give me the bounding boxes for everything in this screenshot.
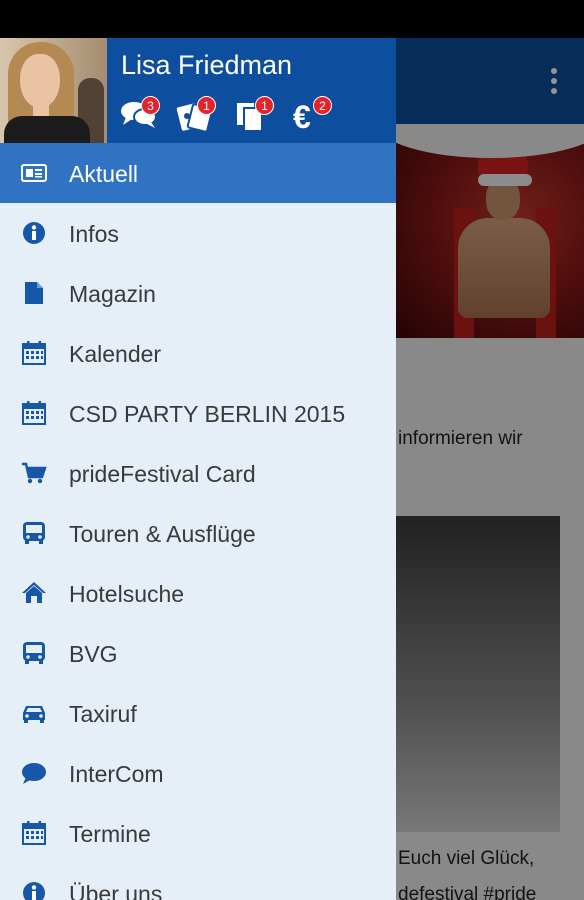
- menu-item-label: prideFestival Card: [69, 461, 256, 487]
- speech-bubble-icon: [22, 763, 46, 784]
- menu-item-infos[interactable]: Infos: [0, 203, 396, 263]
- menu-item-label: CSD PARTY BERLIN 2015: [69, 401, 346, 427]
- tickets-button[interactable]: 1: [176, 96, 216, 132]
- menu-item-bvg[interactable]: BVG: [0, 623, 396, 683]
- bus-icon: [23, 642, 45, 664]
- menu-item-touren[interactable]: Touren & Ausflüge: [0, 503, 396, 563]
- notification-badge: 3: [141, 96, 160, 115]
- home-icon: [22, 582, 46, 603]
- navigation-drawer: Lisa Friedman 3 1 1 € 2 Aktuell Infos Ma…: [0, 38, 396, 900]
- menu-item-hotelsuche[interactable]: Hotelsuche: [0, 563, 396, 623]
- menu-item-label: Taxiruf: [69, 701, 137, 727]
- car-icon: [23, 706, 45, 723]
- menu-item-label: InterCom: [69, 761, 164, 787]
- calendar-icon: [22, 401, 46, 425]
- document-icon: [25, 282, 43, 304]
- svg-text:€: €: [293, 100, 311, 132]
- info-icon: [23, 222, 45, 244]
- menu-item-label: Über uns: [69, 881, 163, 900]
- menu-item-intercom[interactable]: InterCom: [0, 743, 396, 803]
- info-icon: [23, 882, 45, 900]
- bus-icon: [23, 522, 45, 544]
- menu-item-ueber-uns[interactable]: Über uns: [0, 863, 396, 900]
- menu-item-label: Termine: [69, 821, 151, 847]
- menu-item-label: Hotelsuche: [69, 581, 185, 607]
- notification-badge: 2: [313, 96, 332, 115]
- menu-item-label: BVG: [69, 641, 118, 667]
- drawer-header: Lisa Friedman 3 1 1 € 2: [0, 38, 396, 143]
- menu-item-label: Magazin: [69, 281, 156, 307]
- notification-badge: 1: [255, 96, 274, 115]
- menu-item-label: Touren & Ausflüge: [69, 521, 256, 547]
- user-name: Lisa Friedman: [121, 50, 293, 80]
- menu-item-termine[interactable]: Termine: [0, 803, 396, 863]
- status-bar: [0, 0, 584, 38]
- drawer-menu: Aktuell Infos Magazin Kalender CSD PARTY…: [0, 143, 396, 900]
- menu-item-label: Infos: [69, 221, 119, 247]
- documents-button[interactable]: 1: [234, 96, 274, 132]
- notification-badge: 1: [197, 96, 216, 115]
- menu-item-aktuell[interactable]: Aktuell: [0, 143, 396, 203]
- messages-button[interactable]: 3: [120, 96, 160, 132]
- menu-item-magazin[interactable]: Magazin: [0, 263, 396, 323]
- menu-item-label: Aktuell: [69, 161, 139, 187]
- menu-item-taxiruf[interactable]: Taxiruf: [0, 683, 396, 743]
- cart-icon: [22, 462, 47, 484]
- calendar-icon: [22, 821, 46, 845]
- avatar[interactable]: [0, 38, 107, 143]
- menu-item-csd-party[interactable]: CSD PARTY BERLIN 2015: [0, 383, 396, 443]
- menu-item-pridefestival-card[interactable]: prideFestival Card: [0, 443, 396, 503]
- calendar-icon: [22, 341, 46, 365]
- payments-button[interactable]: € 2: [292, 96, 332, 132]
- menu-item-label: Kalender: [69, 341, 162, 367]
- newspaper-icon: [21, 164, 47, 182]
- menu-item-kalender[interactable]: Kalender: [0, 323, 396, 383]
